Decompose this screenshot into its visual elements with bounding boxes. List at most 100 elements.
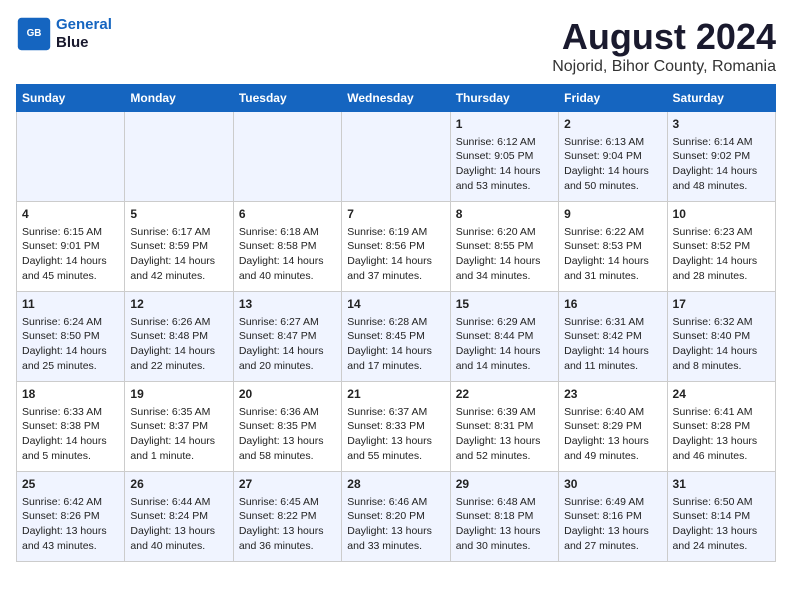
- calendar-cell-w0d4: 1Sunrise: 6:12 AM Sunset: 9:05 PM Daylig…: [450, 112, 558, 202]
- calendar-cell-w0d1: [125, 112, 233, 202]
- day-info: Sunrise: 6:37 AM Sunset: 8:33 PM Dayligh…: [347, 405, 444, 464]
- day-number: 21: [347, 386, 444, 403]
- day-info: Sunrise: 6:26 AM Sunset: 8:48 PM Dayligh…: [130, 315, 227, 374]
- day-number: 9: [564, 206, 661, 223]
- day-info: Sunrise: 6:33 AM Sunset: 8:38 PM Dayligh…: [22, 405, 119, 464]
- day-info: Sunrise: 6:32 AM Sunset: 8:40 PM Dayligh…: [673, 315, 770, 374]
- day-info: Sunrise: 6:45 AM Sunset: 8:22 PM Dayligh…: [239, 495, 336, 554]
- day-info: Sunrise: 6:41 AM Sunset: 8:28 PM Dayligh…: [673, 405, 770, 464]
- calendar-cell-w2d6: 17 Sunrise: 6:32 AM Sunset: 8:40 PM Dayli…: [667, 292, 775, 382]
- calendar-cell-w0d3: [342, 112, 450, 202]
- day-info: Sunrise: 6:48 AM Sunset: 8:18 PM Dayligh…: [456, 495, 553, 554]
- day-number: 11: [22, 296, 119, 313]
- day-info: Sunrise: 6:13 AM Sunset: 9:04 PM Dayligh…: [564, 135, 661, 194]
- calendar-cell-w2d0: 11 Sunrise: 6:24 AM Sunset: 8:50 PM Dayli…: [17, 292, 125, 382]
- day-info: Sunrise: 6:24 AM Sunset: 8:50 PM Dayligh…: [22, 315, 119, 374]
- calendar-cell-w3d4: 22 Sunrise: 6:39 AM Sunset: 8:31 PM Dayli…: [450, 382, 558, 472]
- logo-text: General Blue: [56, 16, 112, 52]
- calendar-cell-w3d6: 24 Sunrise: 6:41 AM Sunset: 8:28 PM Dayli…: [667, 382, 775, 472]
- day-info: Sunrise: 6:36 AM Sunset: 8:35 PM Dayligh…: [239, 405, 336, 464]
- day-info: Sunrise: 6:15 AM Sunset: 9:01 PM Dayligh…: [22, 225, 119, 284]
- day-info: Sunrise: 6:27 AM Sunset: 8:47 PM Dayligh…: [239, 315, 336, 374]
- day-info: Sunrise: 6:28 AM Sunset: 8:45 PM Dayligh…: [347, 315, 444, 374]
- calendar-cell-w4d4: 29 Sunrise: 6:48 AM Sunset: 8:18 PM Dayli…: [450, 472, 558, 562]
- calendar-cell-w1d2: 6 Sunrise: 6:18 AM Sunset: 8:58 PM Daylig…: [233, 202, 341, 292]
- calendar-cell-w2d4: 15Sunrise: 6:29 AM Sunset: 8:44 PM Dayli…: [450, 292, 558, 382]
- day-info: Sunrise: 6:39 AM Sunset: 8:31 PM Dayligh…: [456, 405, 553, 464]
- day-info: Sunrise: 6:46 AM Sunset: 8:20 PM Dayligh…: [347, 495, 444, 554]
- day-number: 29: [456, 476, 553, 493]
- day-number: 13: [239, 296, 336, 313]
- calendar-cell-w3d3: 21 Sunrise: 6:37 AM Sunset: 8:33 PM Dayli…: [342, 382, 450, 472]
- day-info: Sunrise: 6:19 AM Sunset: 8:56 PM Dayligh…: [347, 225, 444, 284]
- day-info: Sunrise: 6:12 AM Sunset: 9:05 PM Dayligh…: [456, 135, 553, 194]
- day-number: 4: [22, 206, 119, 223]
- calendar-cell-w4d1: 26Sunrise: 6:44 AM Sunset: 8:24 PM Dayli…: [125, 472, 233, 562]
- calendar-cell-w4d5: 30 Sunrise: 6:49 AM Sunset: 8:16 PM Dayli…: [559, 472, 667, 562]
- weekday-header-thursday: Thursday: [450, 85, 558, 112]
- day-number: 26: [130, 476, 227, 493]
- subtitle: Nojorid, Bihor County, Romania: [552, 58, 776, 76]
- weekday-header-saturday: Saturday: [667, 85, 775, 112]
- day-number: 24: [673, 386, 770, 403]
- day-number: 8: [456, 206, 553, 223]
- calendar-cell-w3d5: 23Sunrise: 6:40 AM Sunset: 8:29 PM Dayli…: [559, 382, 667, 472]
- day-number: 7: [347, 206, 444, 223]
- calendar-cell-w2d1: 12 Sunrise: 6:26 AM Sunset: 8:48 PM Dayli…: [125, 292, 233, 382]
- calendar-cell-w0d0: [17, 112, 125, 202]
- day-number: 5: [130, 206, 227, 223]
- weekday-header-friday: Friday: [559, 85, 667, 112]
- day-number: 17: [673, 296, 770, 313]
- calendar-cell-w3d0: 18 Sunrise: 6:33 AM Sunset: 8:38 PM Dayli…: [17, 382, 125, 472]
- day-info: Sunrise: 6:23 AM Sunset: 8:52 PM Dayligh…: [673, 225, 770, 284]
- calendar-table: SundayMondayTuesdayWednesdayThursdayFrid…: [16, 84, 776, 562]
- day-info: Sunrise: 6:40 AM Sunset: 8:29 PM Dayligh…: [564, 405, 661, 464]
- calendar-cell-w3d2: 20 Sunrise: 6:36 AM Sunset: 8:35 PM Dayli…: [233, 382, 341, 472]
- calendar-cell-w4d3: 28 Sunrise: 6:46 AM Sunset: 8:20 PM Dayli…: [342, 472, 450, 562]
- day-number: 18: [22, 386, 119, 403]
- calendar-cell-w0d5: 2 Sunrise: 6:13 AM Sunset: 9:04 PM Daylig…: [559, 112, 667, 202]
- calendar-cell-w1d6: 10 Sunrise: 6:23 AM Sunset: 8:52 PM Dayli…: [667, 202, 775, 292]
- day-number: 10: [673, 206, 770, 223]
- logo: GB General Blue: [16, 16, 112, 52]
- calendar-cell-w3d1: 19Sunrise: 6:35 AM Sunset: 8:37 PM Dayli…: [125, 382, 233, 472]
- day-info: Sunrise: 6:17 AM Sunset: 8:59 PM Dayligh…: [130, 225, 227, 284]
- day-info: Sunrise: 6:42 AM Sunset: 8:26 PM Dayligh…: [22, 495, 119, 554]
- day-info: Sunrise: 6:18 AM Sunset: 8:58 PM Dayligh…: [239, 225, 336, 284]
- day-info: Sunrise: 6:31 AM Sunset: 8:42 PM Dayligh…: [564, 315, 661, 374]
- calendar-cell-w4d0: 25 Sunrise: 6:42 AM Sunset: 8:26 PM Dayli…: [17, 472, 125, 562]
- day-number: 16: [564, 296, 661, 313]
- calendar-cell-w0d2: [233, 112, 341, 202]
- day-info: Sunrise: 6:35 AM Sunset: 8:37 PM Dayligh…: [130, 405, 227, 464]
- day-number: 2: [564, 116, 661, 133]
- day-info: Sunrise: 6:50 AM Sunset: 8:14 PM Dayligh…: [673, 495, 770, 554]
- day-number: 22: [456, 386, 553, 403]
- svg-text:GB: GB: [27, 28, 42, 39]
- main-title: August 2024: [552, 16, 776, 58]
- page-header: GB General Blue August 2024 Nojorid, Bih…: [16, 16, 776, 76]
- logo-icon: GB: [16, 16, 52, 52]
- day-info: Sunrise: 6:14 AM Sunset: 9:02 PM Dayligh…: [673, 135, 770, 194]
- day-number: 12: [130, 296, 227, 313]
- day-info: Sunrise: 6:20 AM Sunset: 8:55 PM Dayligh…: [456, 225, 553, 284]
- calendar-cell-w1d4: 8 Sunrise: 6:20 AM Sunset: 8:55 PM Daylig…: [450, 202, 558, 292]
- weekday-header-wednesday: Wednesday: [342, 85, 450, 112]
- day-number: 28: [347, 476, 444, 493]
- day-info: Sunrise: 6:22 AM Sunset: 8:53 PM Dayligh…: [564, 225, 661, 284]
- calendar-cell-w4d6: 31Sunrise: 6:50 AM Sunset: 8:14 PM Dayli…: [667, 472, 775, 562]
- day-number: 6: [239, 206, 336, 223]
- day-info: Sunrise: 6:49 AM Sunset: 8:16 PM Dayligh…: [564, 495, 661, 554]
- day-number: 30: [564, 476, 661, 493]
- day-number: 15: [456, 296, 553, 313]
- day-number: 27: [239, 476, 336, 493]
- day-number: 25: [22, 476, 119, 493]
- day-number: 20: [239, 386, 336, 403]
- calendar-cell-w0d6: 3 Sunrise: 6:14 AM Sunset: 9:02 PM Daylig…: [667, 112, 775, 202]
- weekday-header-sunday: Sunday: [17, 85, 125, 112]
- day-number: 3: [673, 116, 770, 133]
- title-block: August 2024 Nojorid, Bihor County, Roman…: [552, 16, 776, 76]
- calendar-cell-w2d2: 13 Sunrise: 6:27 AM Sunset: 8:47 PM Dayli…: [233, 292, 341, 382]
- calendar-cell-w1d3: 7 Sunrise: 6:19 AM Sunset: 8:56 PM Daylig…: [342, 202, 450, 292]
- calendar-cell-w4d2: 27 Sunrise: 6:45 AM Sunset: 8:22 PM Dayli…: [233, 472, 341, 562]
- day-number: 14: [347, 296, 444, 313]
